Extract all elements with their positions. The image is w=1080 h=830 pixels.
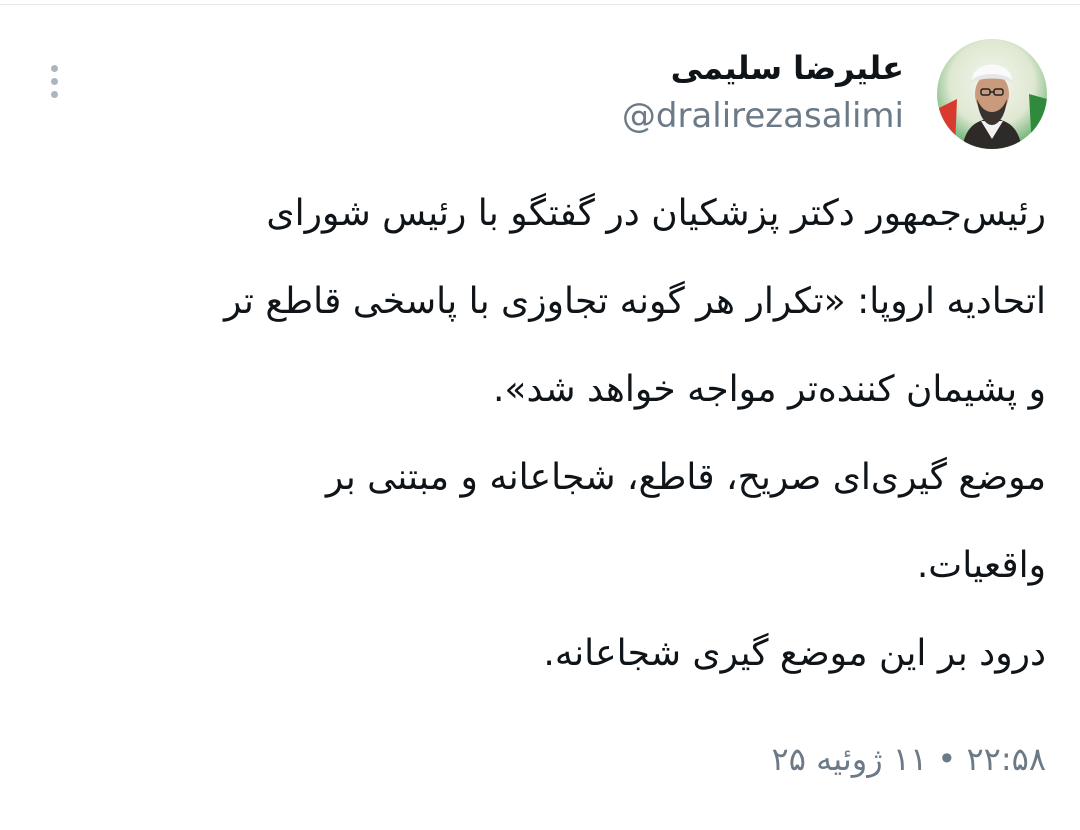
- tweet-timestamp[interactable]: ۲۲:۵۸ • ۱۱ ژوئیه ۲۵: [772, 734, 1046, 784]
- tweet-line: موضع گیری‌ای صریح، قاطع، شجاعانه و مبتنی…: [325, 457, 1046, 498]
- tweet-line: رئیس‌جمهور دکتر پزشکیان در گفتگو با رئیس…: [266, 193, 1046, 234]
- tweet-card: علیرضا سلیمی @dralirezasalimi رئیس‌جمهور…: [0, 0, 1080, 830]
- menu-dot: [51, 65, 58, 72]
- author-avatar[interactable]: [937, 39, 1047, 149]
- tweet-line: درود بر این موضع گیری شجاعانه.: [543, 633, 1046, 674]
- menu-dot: [51, 91, 58, 98]
- tweet-line: اتحادیه اروپا: «تکرار هر گونه تجاوزی با …: [224, 281, 1046, 322]
- tweet-line: و پشیمان کننده‌تر مواجه خواهد شد».: [492, 369, 1046, 410]
- more-vertical-icon[interactable]: [44, 60, 66, 104]
- tweet-line: واقعیات.: [916, 545, 1046, 586]
- menu-dot: [51, 78, 58, 85]
- tweet-text: رئیس‌جمهور دکتر پزشکیان در گفتگو با رئیس…: [46, 170, 1046, 698]
- author-display-name[interactable]: علیرضا سلیمی: [671, 44, 904, 92]
- profile-photo-icon: [937, 39, 1047, 149]
- author-handle[interactable]: @dralirezasalimi: [622, 92, 904, 140]
